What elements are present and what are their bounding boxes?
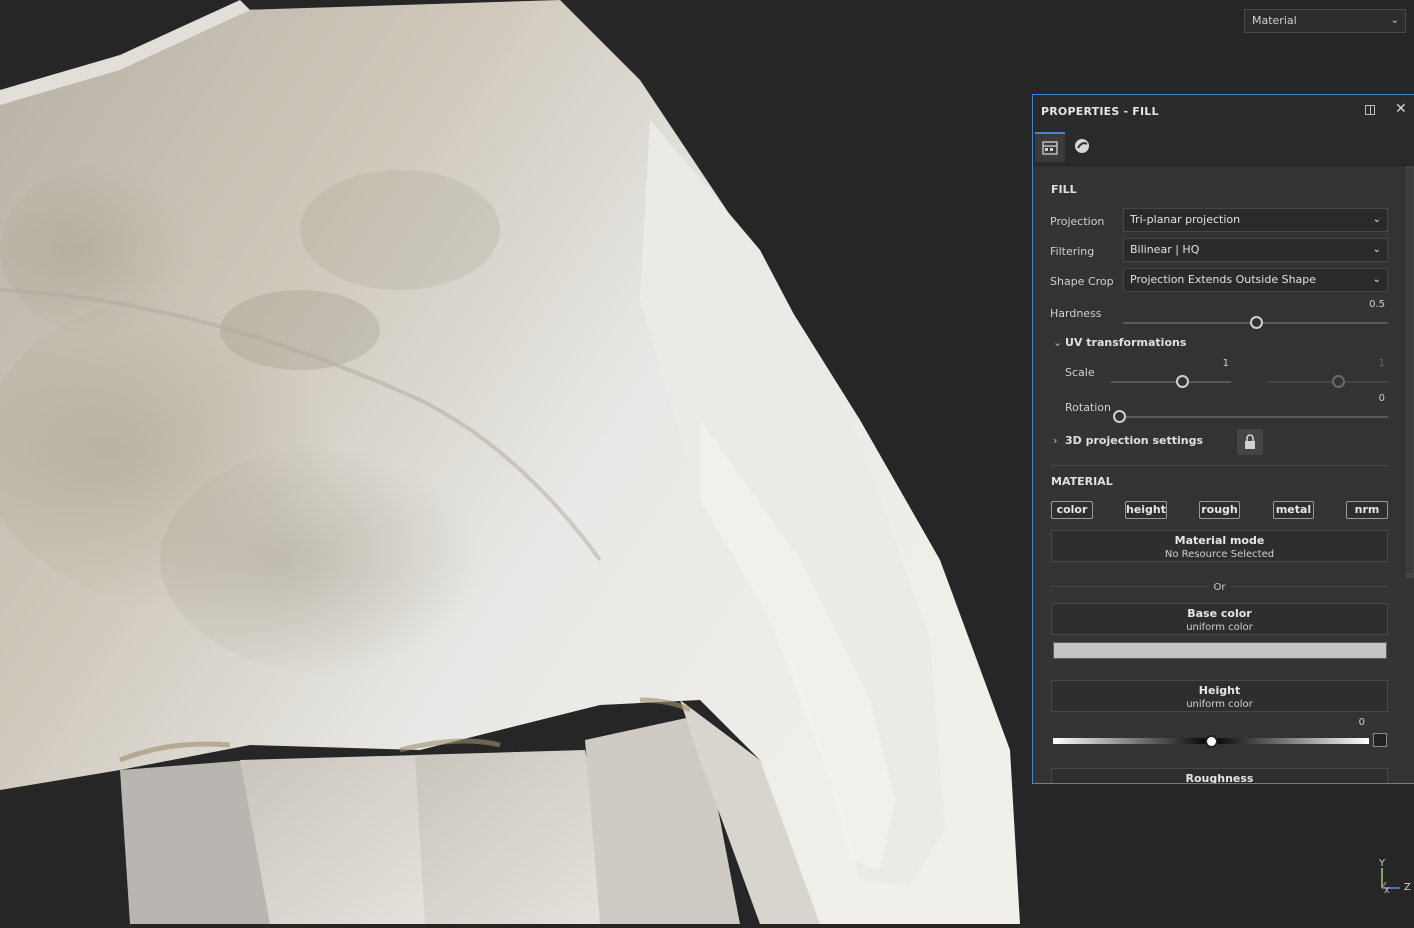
scale-lock-button[interactable] [1237, 429, 1263, 455]
height-title: Height [1198, 684, 1241, 697]
channel-nrm-button[interactable]: nrm [1346, 501, 1388, 519]
projection-value: Tri-planar projection [1130, 213, 1241, 226]
roughness-box[interactable]: Roughness [1051, 768, 1388, 784]
height-subtitle: uniform color [1186, 699, 1253, 710]
filtering-dropdown[interactable]: Bilinear | HQ ⌄ [1123, 238, 1388, 262]
chevron-down-icon: ⌄ [1390, 15, 1399, 26]
scale-value: 1 [1222, 358, 1229, 369]
shape-crop-value: Projection Extends Outside Shape [1130, 273, 1317, 286]
rotation-value: 0 [1378, 393, 1385, 404]
base-color-title: Base color [1187, 607, 1252, 620]
base-color-box[interactable]: Base color uniform color [1051, 603, 1388, 635]
dock-icon[interactable] [1365, 105, 1375, 115]
rotation-label: Rotation [1065, 401, 1112, 414]
height-value: 0 [1358, 717, 1365, 728]
fill-layer-icon [1042, 141, 1058, 155]
base-color-subtitle: uniform color [1186, 622, 1253, 633]
divider [1051, 465, 1388, 466]
material-mode-title: Material mode [1174, 534, 1265, 547]
channel-height-button[interactable]: height [1125, 501, 1167, 519]
projection-dropdown[interactable]: Tri-planar projection ⌄ [1123, 208, 1388, 232]
base-color-swatch[interactable] [1053, 642, 1387, 659]
lock-icon [1245, 434, 1255, 449]
roughness-title: Roughness [1185, 772, 1254, 784]
material-sphere-icon [1075, 139, 1089, 153]
3d-projection-settings-title: 3D projection settings [1065, 434, 1204, 447]
uv-transformations-header[interactable]: ⌄ UV transformations [1053, 336, 1186, 349]
rotation-slider-knob[interactable] [1113, 410, 1126, 423]
channel-rough-button[interactable]: rough [1199, 501, 1240, 519]
scale-label: Scale [1065, 366, 1095, 379]
scale-slider-v[interactable] [1268, 381, 1388, 383]
scale-slider-v-knob[interactable] [1332, 375, 1345, 388]
chevron-down-icon: ⌄ [1372, 274, 1381, 285]
rotation-slider[interactable] [1119, 416, 1388, 418]
viewport-mode-label: Material [1252, 14, 1297, 27]
projection-label: Projection [1050, 215, 1105, 228]
uv-transformations-title: UV transformations [1065, 336, 1187, 349]
shape-crop-dropdown[interactable]: Projection Extends Outside Shape ⌄ [1123, 268, 1388, 292]
chevron-right-icon: › [1053, 434, 1058, 447]
material-mode-subtitle: No Resource Selected [1164, 549, 1275, 560]
chevron-down-icon: ⌄ [1053, 336, 1063, 349]
panel-header: PROPERTIES - FILL ✕ [1033, 95, 1414, 128]
axis-y-label: Y [1379, 858, 1386, 869]
hardness-value: 0.5 [1369, 299, 1385, 310]
viewport-mode-dropdown[interactable]: Material ⌄ [1244, 9, 1406, 33]
tab-material[interactable] [1067, 132, 1097, 160]
properties-panel: PROPERTIES - FILL ✕ FILL Projection Tri-… [1032, 94, 1414, 784]
panel-title: PROPERTIES - FILL [1041, 105, 1159, 118]
or-text: Or [1207, 582, 1232, 593]
scale-slider-u[interactable] [1111, 381, 1231, 383]
chevron-down-icon: ⌄ [1372, 214, 1381, 225]
material-mode-box[interactable]: Material mode No Resource Selected [1051, 530, 1388, 562]
filtering-value: Bilinear | HQ [1130, 243, 1200, 256]
shape-crop-label: Shape Crop [1050, 275, 1114, 288]
channel-color-button[interactable]: color [1051, 501, 1093, 519]
material-section-title: MATERIAL [1051, 475, 1113, 488]
axis-x-label: X [1384, 886, 1390, 895]
hardness-label: Hardness [1050, 307, 1102, 320]
channel-metal-button[interactable]: metal [1273, 501, 1314, 519]
3d-projection-settings-header[interactable]: › 3D projection settings [1053, 434, 1203, 447]
filtering-label: Filtering [1050, 245, 1095, 258]
height-box[interactable]: Height uniform color [1051, 680, 1388, 712]
scale-slider-u-knob[interactable] [1176, 375, 1189, 388]
close-icon[interactable]: ✕ [1395, 102, 1407, 116]
scale-value-v: 1 [1378, 358, 1385, 369]
height-slider-knob[interactable] [1205, 735, 1218, 748]
chevron-down-icon: ⌄ [1372, 244, 1381, 255]
hardness-slider-knob[interactable] [1249, 316, 1263, 329]
panel-content: FILL Projection Tri-planar projection ⌄ … [1033, 166, 1414, 783]
panel-tabs [1033, 128, 1414, 166]
height-random-icon[interactable] [1373, 733, 1387, 747]
or-label: Or [1051, 582, 1388, 593]
axis-z-label: Z [1404, 882, 1411, 893]
fill-section-title: FILL [1051, 183, 1077, 196]
tab-fill-properties[interactable] [1035, 132, 1065, 162]
